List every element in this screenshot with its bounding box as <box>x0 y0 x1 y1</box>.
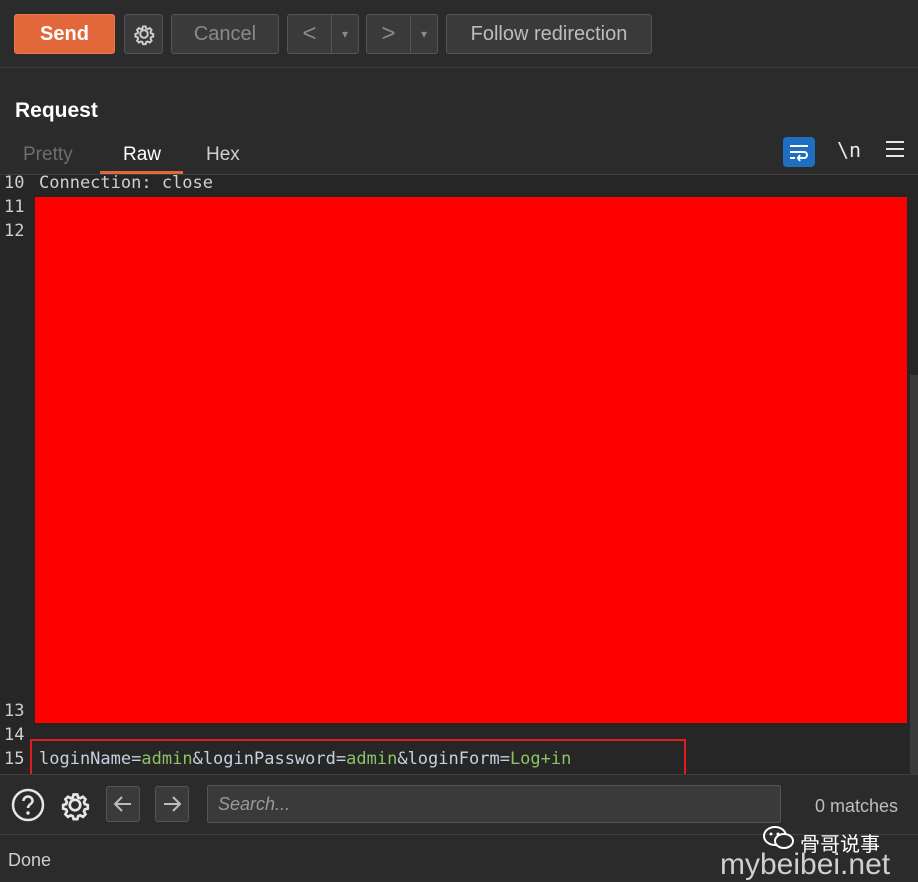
hamburger-menu-icon <box>886 141 904 157</box>
arrow-left-icon <box>113 796 131 812</box>
back-dropdown-icon[interactable]: ▾ <box>332 15 358 53</box>
request-settings-button[interactable] <box>124 14 163 54</box>
line-number: 11 <box>4 197 25 217</box>
arrow-right-icon <box>164 796 182 812</box>
match-count: 0 matches <box>815 796 899 816</box>
gear-icon <box>61 793 90 821</box>
forward-arrow[interactable]: > <box>367 15 411 53</box>
word-wrap-button[interactable] <box>783 137 815 167</box>
search-input[interactable] <box>207 785 781 823</box>
history-back-button[interactable]: < ▾ <box>287 14 359 54</box>
request-view-tabs: Pretty Raw Hex <box>0 138 918 174</box>
line-number-gutter: 10 11 12 13 14 15 <box>0 173 32 775</box>
gear-icon <box>133 25 154 46</box>
status-text: Done <box>8 850 52 870</box>
tab-pretty[interactable]: Pretty <box>23 144 73 166</box>
highlight-annotation <box>30 739 686 778</box>
forward-dropdown-icon[interactable]: ▾ <box>411 15 437 53</box>
line-number: 12 <box>4 221 25 241</box>
line-number: 14 <box>4 725 25 745</box>
line-number: 15 <box>4 749 25 769</box>
send-button[interactable]: Send <box>14 14 115 54</box>
search-settings-button[interactable] <box>55 785 95 825</box>
show-newlines-button[interactable]: \n <box>837 138 861 162</box>
help-button[interactable] <box>8 785 48 825</box>
back-arrow[interactable]: < <box>288 15 332 53</box>
line-number: 13 <box>4 701 25 721</box>
editor-menu-button[interactable] <box>884 138 906 165</box>
tab-raw[interactable]: Raw <box>123 144 161 166</box>
toolbar: Send Cancel < ▾ > ▾ Follow redirection <box>0 0 918 68</box>
previous-match-button[interactable] <box>106 786 140 822</box>
tab-hex[interactable]: Hex <box>206 144 240 166</box>
line-number: 10 <box>4 173 25 193</box>
request-title: Request <box>15 99 98 122</box>
follow-redirection-button[interactable]: Follow redirection <box>446 14 652 54</box>
code-line: Connection: close <box>39 173 213 193</box>
history-forward-button[interactable]: > ▾ <box>366 14 438 54</box>
request-editor[interactable]: 10 11 12 13 14 15 Connection: close logi… <box>0 173 918 778</box>
help-icon <box>11 788 45 822</box>
editor-scrollbar[interactable] <box>910 375 918 775</box>
wrap-icon <box>790 145 808 162</box>
next-match-button[interactable] <box>155 786 189 822</box>
redacted-region <box>35 197 907 723</box>
watermark-site: mybeibei.net <box>720 848 891 881</box>
cancel-button[interactable]: Cancel <box>171 14 279 54</box>
